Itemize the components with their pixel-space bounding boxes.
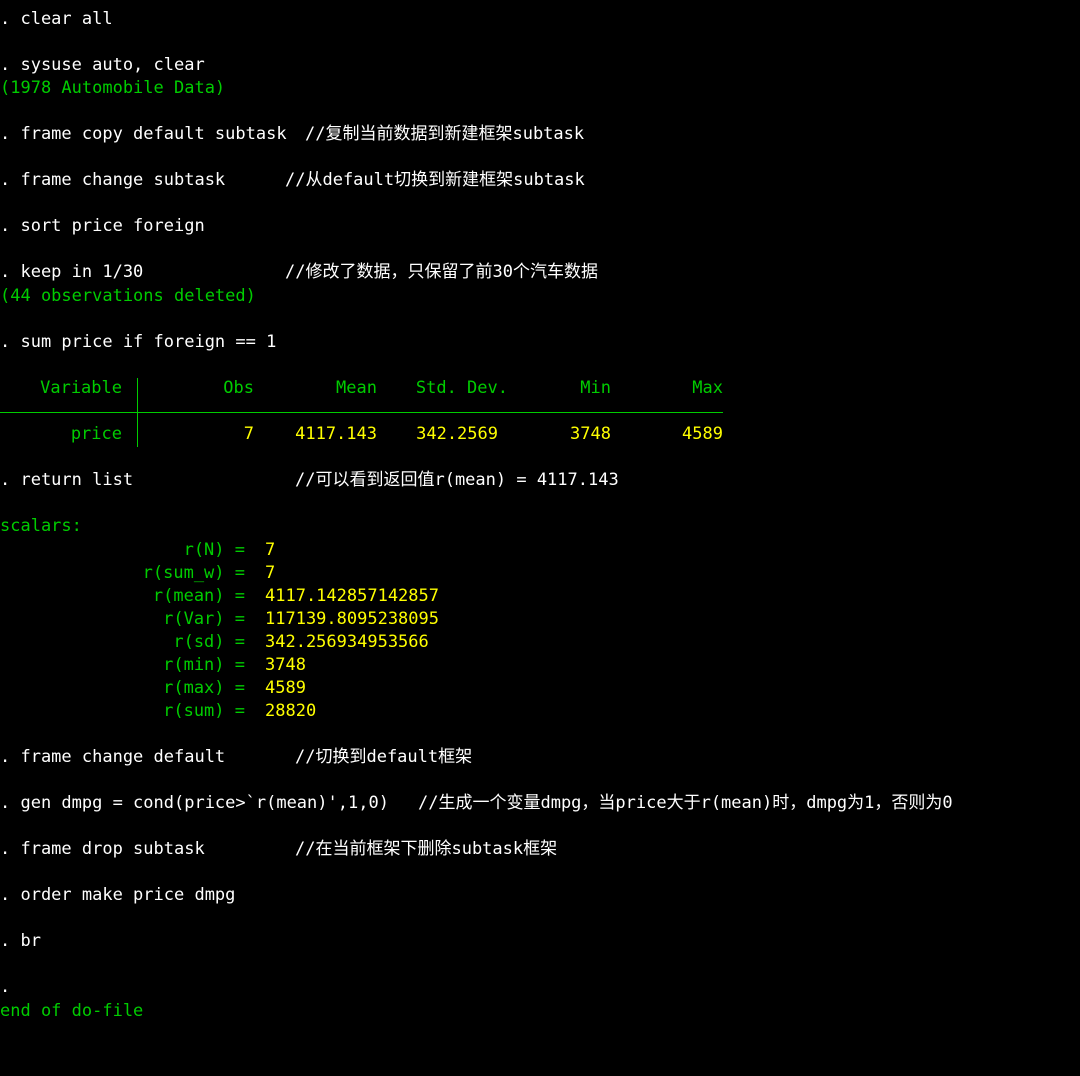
scalar-name: r(sum_w) = xyxy=(142,563,245,583)
scalar-value: 7 xyxy=(265,563,276,583)
command-line: . order make price dmpg xyxy=(0,885,236,905)
table-header-obs: Obs xyxy=(223,378,254,398)
command-line: . return list xyxy=(0,470,134,490)
scalar-name: r(N) = xyxy=(183,540,245,560)
command-line: . sum price if foreign == 1 xyxy=(0,332,277,352)
scalar-name: r(min) = xyxy=(163,655,245,675)
command-prompt: . xyxy=(0,977,11,997)
scalar-value: 28820 xyxy=(265,701,317,721)
command-line: . frame copy default subtask xyxy=(0,124,287,144)
scalar-name: r(max) = xyxy=(163,678,245,698)
comment-text: //从default切换到新建框架subtask xyxy=(285,170,585,190)
table-header-variable: Variable xyxy=(40,378,122,398)
table-header-min: Min xyxy=(580,378,611,398)
comment-text: //修改了数据，只保留了前30个汽车数据 xyxy=(285,262,598,282)
table-header-mean: Mean xyxy=(336,378,377,398)
scalar-value: 117139.8095238095 xyxy=(265,609,439,629)
command-line: . sysuse auto, clear xyxy=(0,55,205,75)
comment-text: //可以看到返回值r(mean) = 4117.143 xyxy=(295,470,619,490)
command-line: . frame change subtask xyxy=(0,170,226,190)
comment-text: //生成一个变量dmpg，当price大于r(mean)时，dmpg为1，否则为… xyxy=(418,793,953,813)
table-cell-mean: 4117.143 xyxy=(295,424,377,444)
command-line: . frame change default xyxy=(0,747,226,767)
stata-results-console: . clear all . sysuse auto, clear (1978 A… xyxy=(0,0,1080,1076)
scalar-name: r(sd) = xyxy=(173,632,245,652)
command-line: . frame drop subtask xyxy=(0,839,205,859)
output-line: (44 observations deleted) xyxy=(0,286,256,306)
command-line: . gen dmpg = cond(price>`r(mean)',1,0) xyxy=(0,793,389,813)
table-header-max: Max xyxy=(692,378,723,398)
comment-text: //切换到default框架 xyxy=(295,747,473,767)
table-header-std-dev: Std. Dev. xyxy=(415,378,508,398)
comment-text: //在当前框架下删除subtask框架 xyxy=(295,839,558,859)
table-cell-variable: price xyxy=(70,424,122,444)
table-cell-max: 4589 xyxy=(682,424,723,444)
table-cell-min: 3748 xyxy=(570,424,611,444)
command-line: . br xyxy=(0,931,41,951)
command-line: . keep in 1/30 xyxy=(0,262,144,282)
command-line: . sort price foreign xyxy=(0,216,205,236)
scalar-name: r(mean) = xyxy=(152,586,245,606)
comment-text: //复制当前数据到新建框架subtask xyxy=(305,124,585,144)
scalars-heading: scalars: xyxy=(0,516,82,536)
end-of-do-file: end of do-file xyxy=(0,1001,144,1021)
table-cell-std-dev: 342.2569 xyxy=(416,424,498,444)
scalar-name: r(sum) = xyxy=(163,701,245,721)
scalar-value: 3748 xyxy=(265,655,306,675)
scalar-value: 7 xyxy=(265,540,276,560)
command-line: . clear all xyxy=(0,9,113,29)
scalar-value: 4117.142857142857 xyxy=(265,586,439,606)
output-line: (1978 Automobile Data) xyxy=(0,78,226,98)
table-cell-obs: 7 xyxy=(243,424,254,444)
scalar-value: 342.256934953566 xyxy=(265,632,429,652)
scalar-name: r(Var) = xyxy=(163,609,245,629)
table-horizontal-divider xyxy=(0,412,723,413)
scalar-value: 4589 xyxy=(265,678,306,698)
